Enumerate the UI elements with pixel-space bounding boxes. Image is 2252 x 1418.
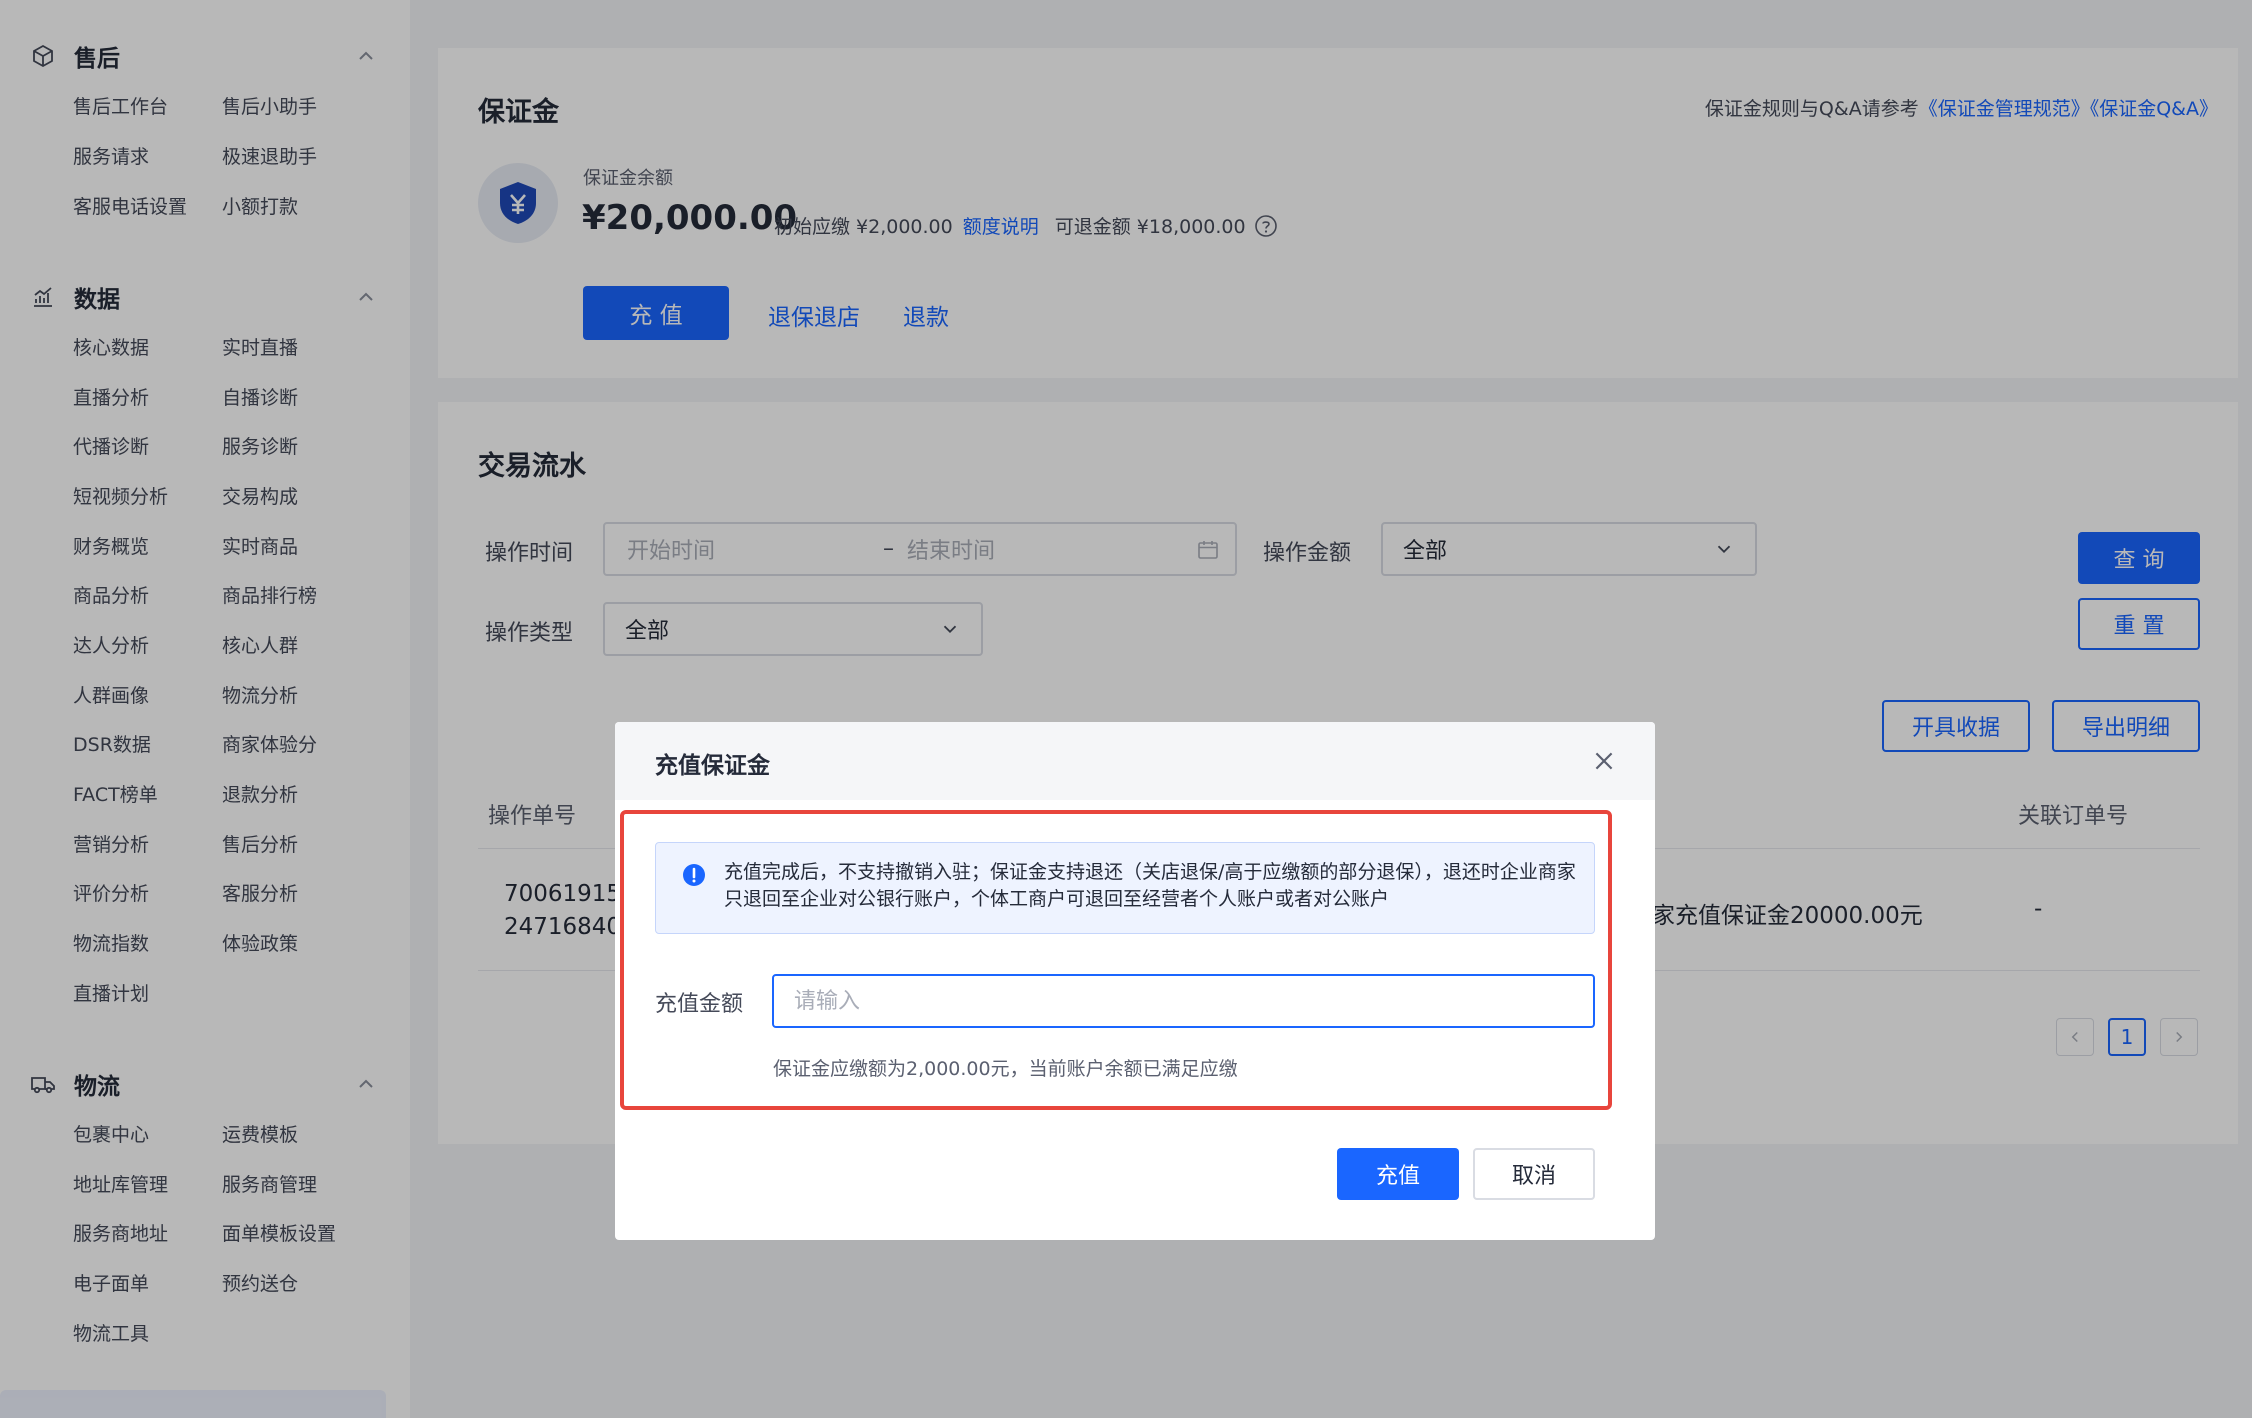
highlight-frame [620,810,1612,1110]
modal-title: 充值保证金 [655,753,770,779]
confirm-recharge-button[interactable]: 充值 [1337,1148,1459,1200]
modal-header: 充值保证金 [615,722,1655,800]
cancel-button[interactable]: 取消 [1473,1148,1595,1200]
close-icon[interactable] [1591,748,1617,774]
